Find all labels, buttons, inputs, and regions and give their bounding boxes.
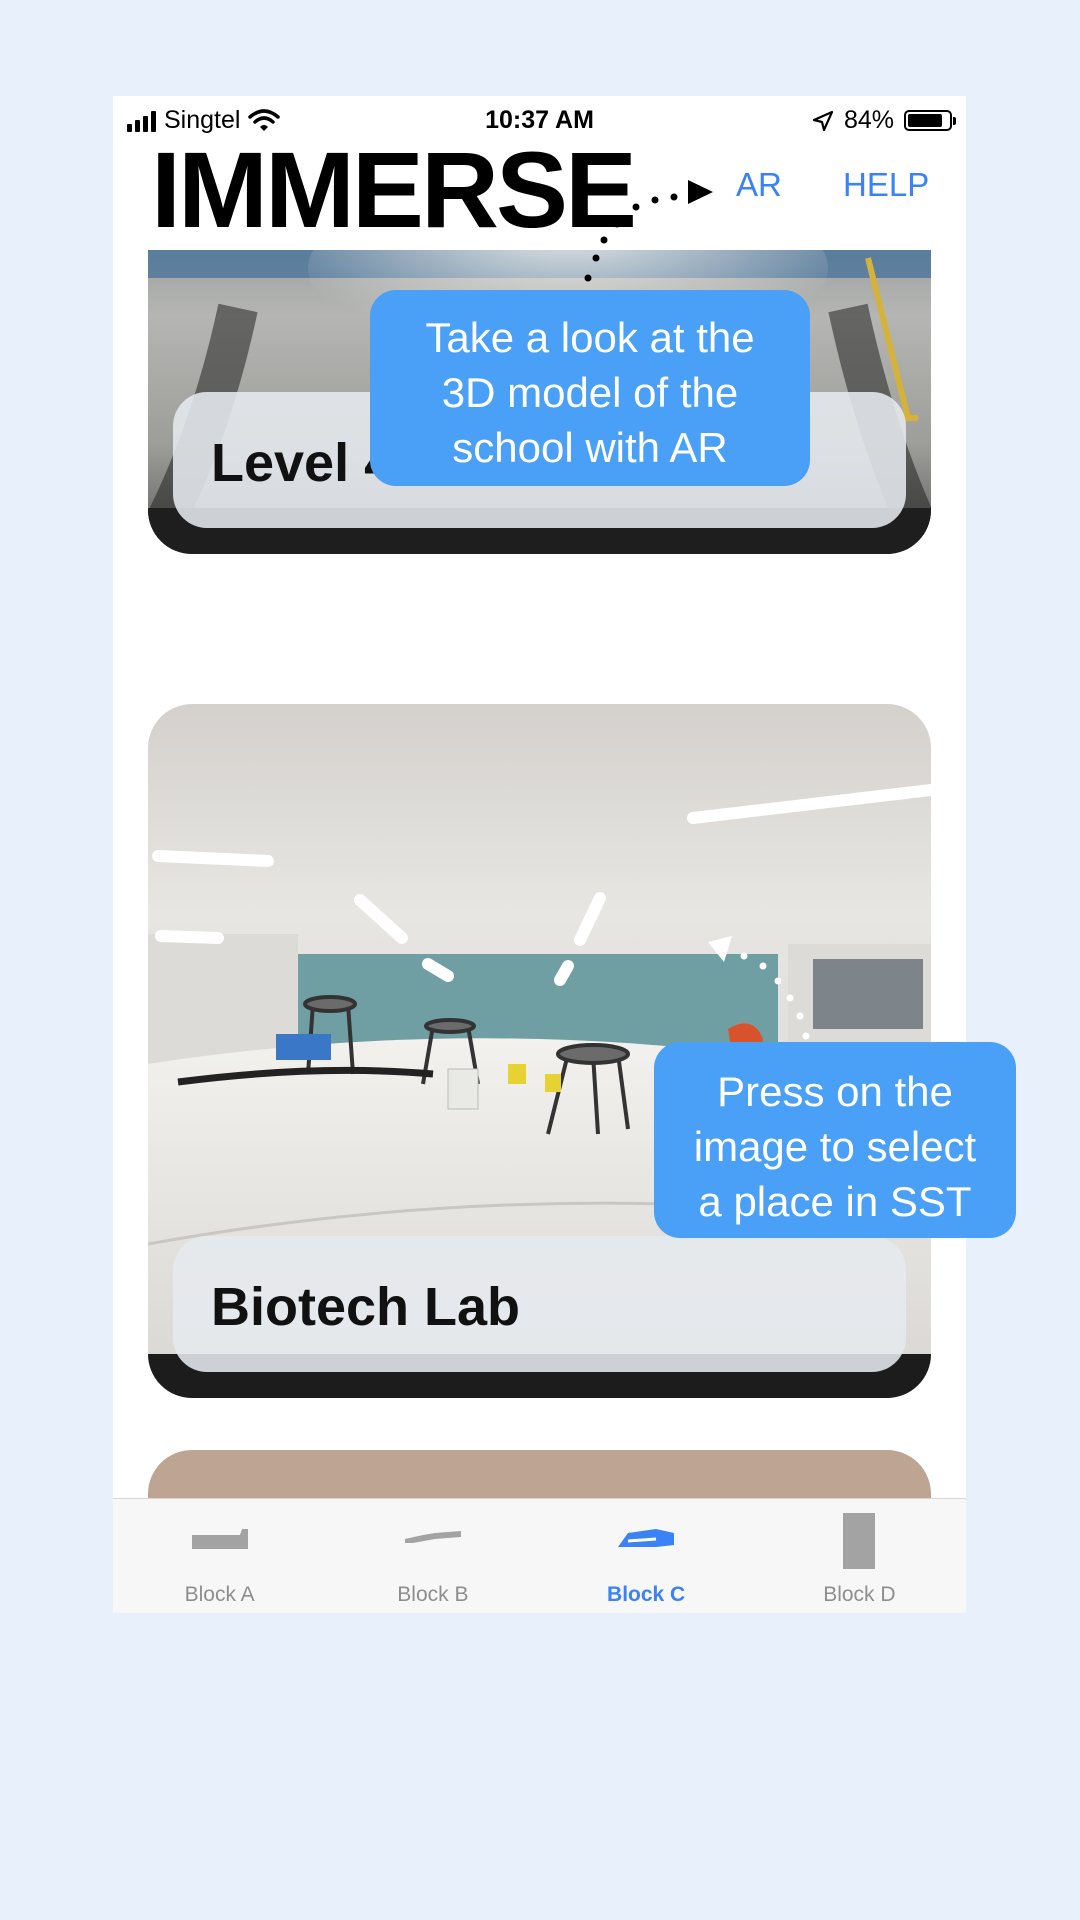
coach-tip-line: 3D model of the bbox=[441, 369, 739, 416]
coach-tip-line: Press on the bbox=[717, 1068, 953, 1115]
coach-tip-ar: Take a look at the 3D model of the schoo… bbox=[370, 290, 810, 486]
coach-tip-line: a place in SST bbox=[698, 1178, 972, 1225]
coach-arrow-ar-icon bbox=[688, 180, 713, 204]
coach-tip-line: school with AR bbox=[452, 424, 728, 471]
coach-pointer-dots bbox=[584, 180, 810, 1040]
coach-tip-line: image to select bbox=[693, 1123, 977, 1170]
coach-arrow-image-icon bbox=[708, 936, 732, 962]
coach-tip-line: Take a look at the bbox=[425, 314, 755, 361]
coach-tip-image: Press on the image to select a place in … bbox=[654, 1042, 1016, 1238]
